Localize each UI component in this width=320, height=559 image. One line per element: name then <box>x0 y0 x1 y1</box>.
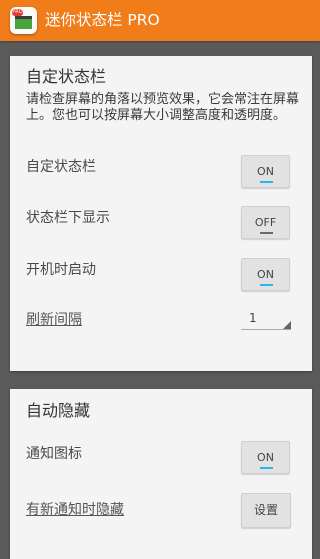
refresh-interval-spinner[interactable]: 1 <box>241 310 291 330</box>
spinner-underline <box>241 329 291 330</box>
hide-on-notification-link[interactable]: 有新通知时隐藏 <box>26 500 124 520</box>
statusbar-card: 自定状态栏 请检查屏幕的角落以预览效果，它会常注在屏幕上。您也可以按屏幕大小调整… <box>10 56 312 371</box>
section-title-autohide: 自动隐藏 <box>26 401 91 420</box>
dropdown-arrow-icon <box>283 321 291 329</box>
pro-badge: PRO <box>12 9 23 16</box>
app-bar: PRO 迷你状态栏 PRO <box>0 0 320 41</box>
monitor-icon <box>15 16 32 29</box>
show-below-statusbar-toggle[interactable]: OFF <box>241 206 290 239</box>
autohide-card: 自动隐藏 通知图标 ON 有新通知时隐藏 设置 <box>10 389 312 559</box>
start-on-boot-label: 开机时启动 <box>26 262 96 278</box>
start-on-boot-toggle[interactable]: ON <box>241 258 290 291</box>
toggle-text: ON <box>257 165 274 178</box>
refresh-interval-link[interactable]: 刷新间隔 <box>26 310 82 330</box>
toggle-text: OFF <box>254 216 277 229</box>
toggle-indicator <box>260 181 273 183</box>
toggle-text: ON <box>257 451 274 464</box>
toggle-indicator <box>260 232 273 234</box>
section-description: 请检查屏幕的角落以预览效果，它会常注在屏幕上。您也可以按屏幕大小调整高度和透明度… <box>26 92 300 123</box>
custom-statusbar-toggle[interactable]: ON <box>241 155 290 188</box>
settings-button[interactable]: 设置 <box>241 493 291 528</box>
section-title-statusbar: 自定状态栏 <box>26 67 107 86</box>
custom-statusbar-label: 自定状态栏 <box>26 159 96 175</box>
notification-icon-toggle[interactable]: ON <box>241 441 290 474</box>
toggle-indicator <box>260 467 273 469</box>
show-below-statusbar-label: 状态栏下显示 <box>26 210 110 226</box>
app-title: 迷你状态栏 PRO <box>45 11 160 29</box>
notification-icon-label: 通知图标 <box>26 446 82 462</box>
toggle-text: ON <box>257 268 274 281</box>
toggle-indicator <box>260 284 273 286</box>
refresh-interval-value: 1 <box>249 311 257 325</box>
app-icon[interactable]: PRO <box>10 7 37 34</box>
